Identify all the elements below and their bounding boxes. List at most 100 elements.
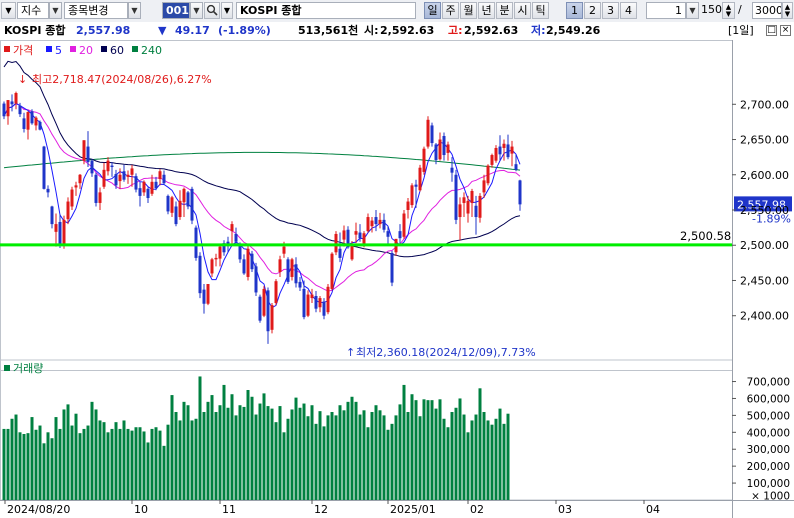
volume-bar	[58, 428, 62, 500]
volume-bar	[374, 405, 378, 500]
symbol-code-chevron-down-icon[interactable]: ▼	[190, 2, 203, 19]
volume-bar	[238, 405, 242, 500]
preset-2-button[interactable]: 2	[584, 2, 601, 19]
volume-bar	[10, 418, 14, 500]
total-stepper-icon[interactable]: ▲ ▼	[782, 2, 793, 19]
volume-bar	[354, 401, 358, 500]
volume-bar	[290, 409, 294, 500]
period-year-button[interactable]: 년	[478, 2, 495, 19]
support-level-label: 2,500.58	[680, 229, 731, 243]
candle-body	[50, 206, 54, 225]
period-minute-button[interactable]: 분	[496, 2, 513, 19]
stock-chart[interactable]: ↓ 최고2,718.47(2024/08/26),6.27% ↑ 최저2,360.18…	[0, 40, 794, 518]
candle-body	[514, 164, 518, 170]
info-change-arrow: ▼	[158, 24, 167, 37]
symbol-name-field: KOSPI 종합	[236, 2, 416, 19]
maximize-icon[interactable]: □	[766, 25, 777, 36]
quote-info-bar: KOSPI 종합 2,557.98 ▼ 49.17 (-1.89%) 513,5…	[0, 22, 794, 41]
preset-3-button[interactable]: 3	[602, 2, 619, 19]
candle-body	[382, 219, 386, 230]
volume-bar	[6, 428, 10, 500]
volume-bar	[214, 412, 218, 500]
period-month-button[interactable]: 월	[460, 2, 477, 19]
volume-bar	[166, 424, 170, 500]
info-change: 49.17	[175, 24, 210, 37]
unit-chevron-down-icon[interactable]: ▼	[686, 2, 699, 19]
search-icon[interactable]	[204, 2, 220, 19]
market-type-chevron-down-icon[interactable]: ▼	[49, 2, 62, 19]
change-symbol-chevron-down-icon[interactable]: ▼	[128, 2, 141, 19]
unit-input[interactable]: 1	[646, 2, 686, 19]
volume-bar	[434, 408, 438, 500]
candle-body	[70, 189, 74, 207]
volume-bar	[338, 405, 342, 500]
candle-body	[94, 174, 98, 203]
candle-body	[154, 181, 158, 189]
candle-body	[26, 112, 30, 130]
symbol-code-input[interactable]: 001	[162, 2, 190, 19]
volume-bar	[426, 400, 430, 500]
preset-4-button[interactable]: 4	[620, 2, 637, 19]
count-input[interactable]: 150	[700, 2, 722, 19]
info-open-label: 시:	[364, 24, 379, 37]
market-type-select[interactable]: 지수	[17, 2, 49, 19]
candle-body	[502, 143, 506, 148]
period-hour-button[interactable]: 시	[514, 2, 531, 19]
symbol-list-chevron-icon[interactable]: ▼	[221, 2, 233, 19]
candle-body	[330, 253, 334, 289]
preset-1-button[interactable]: 1	[566, 2, 583, 19]
candle-body	[426, 119, 430, 147]
candle-body	[34, 117, 38, 126]
candle-body	[322, 301, 326, 316]
volume-bar	[178, 420, 182, 500]
candle-body	[10, 101, 14, 105]
volume-bar	[242, 406, 246, 500]
volume-bar	[106, 432, 110, 500]
candle-body	[246, 248, 250, 277]
volume-bar	[398, 404, 402, 500]
volume-bar	[446, 427, 450, 500]
volume-bar	[194, 418, 198, 500]
period-day-button[interactable]: 일	[424, 2, 441, 19]
candle-body	[114, 174, 118, 186]
volume-bar	[62, 409, 66, 500]
market-dropdown-icon[interactable]: ▼	[1, 2, 16, 19]
close-icon[interactable]: ×	[780, 25, 791, 36]
candle-body	[326, 286, 330, 313]
volume-bar	[258, 403, 262, 500]
candle-body	[254, 266, 258, 293]
candle-body	[158, 171, 162, 179]
change-symbol-select[interactable]: 종목변경	[64, 2, 128, 19]
candle-body	[354, 231, 358, 235]
total-input[interactable]: 3000	[752, 2, 782, 19]
info-change-pct: (-1.89%)	[218, 24, 271, 37]
candle-body	[134, 176, 138, 190]
volume-bar	[150, 428, 154, 500]
candle-body	[506, 144, 510, 158]
price-axis-label: 2,500.00	[740, 239, 789, 252]
candle-body	[14, 93, 18, 104]
info-volume: 513,561천	[298, 24, 359, 37]
volume-bar	[266, 406, 270, 500]
candle-body	[230, 224, 234, 232]
period-tick-button[interactable]: 틱	[532, 2, 549, 19]
volume-bar	[110, 428, 114, 500]
candle-body	[150, 181, 154, 194]
volume-bar	[102, 422, 106, 500]
candle-body	[270, 305, 274, 330]
candle-body	[358, 232, 362, 239]
volume-bar	[94, 409, 98, 500]
candle-body	[430, 125, 434, 144]
candle-body	[306, 294, 310, 316]
candle-body	[250, 253, 254, 270]
candle-body	[498, 146, 502, 155]
volume-bar	[210, 395, 214, 500]
candle-body	[2, 103, 6, 117]
period-week-button[interactable]: 주	[442, 2, 459, 19]
volume-bar	[406, 412, 410, 500]
volume-bar	[66, 404, 70, 500]
candle-body	[62, 219, 66, 246]
candle-body	[422, 148, 426, 172]
count-stepper-icon[interactable]: ▲ ▼	[722, 2, 735, 19]
volume-bar	[382, 415, 386, 500]
